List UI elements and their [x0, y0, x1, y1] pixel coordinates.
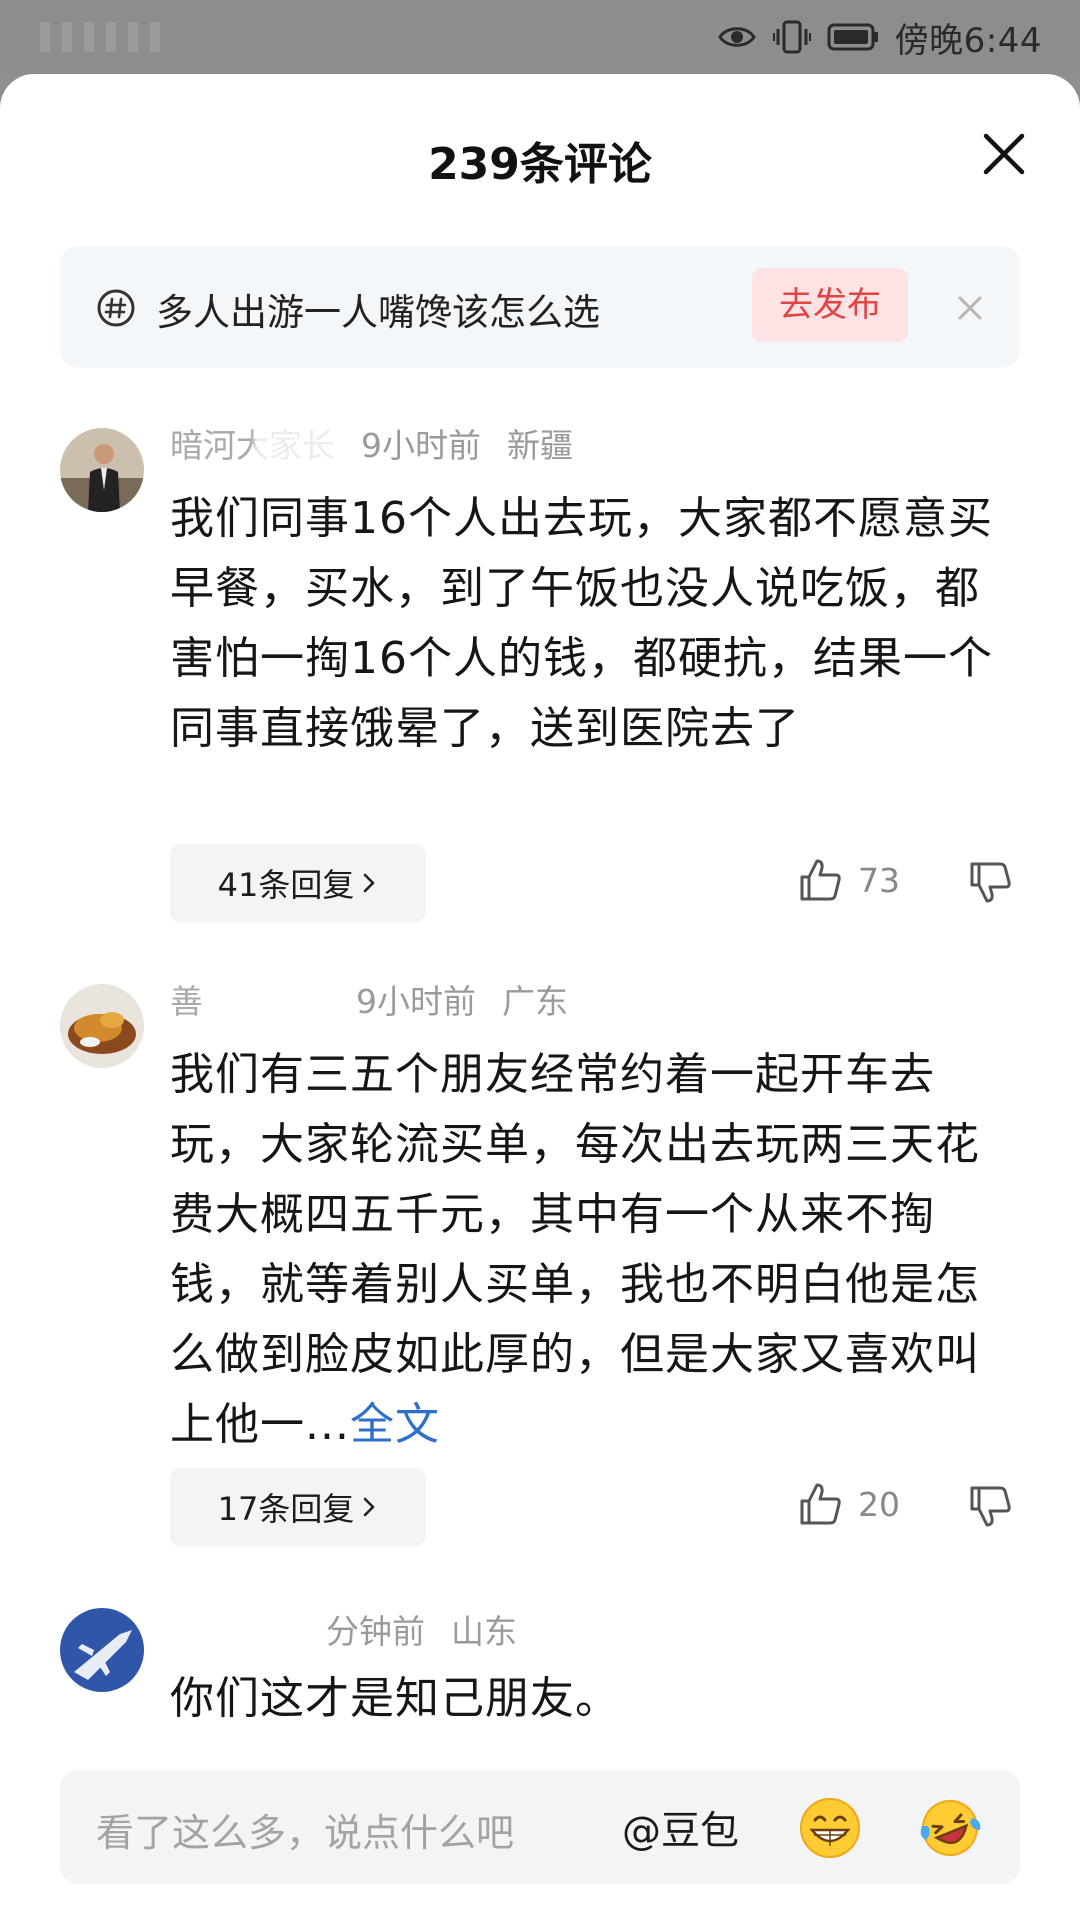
- replies-button[interactable]: 17条回复: [170, 1468, 426, 1546]
- replies-button[interactable]: 41条回复: [170, 844, 426, 922]
- laughing-tears-emoji-icon[interactable]: [918, 1796, 982, 1860]
- like-button[interactable]: 20: [796, 1480, 900, 1528]
- comment-input-bar: 看了这么多，说点什么吧 @豆包: [60, 1770, 1020, 1884]
- topic-text[interactable]: 多人出游一人嘴馋该怎么选: [156, 282, 600, 336]
- comment-time: 9小时前: [361, 426, 481, 465]
- username[interactable]: 善: [170, 969, 334, 1029]
- thumbs-up-icon: [800, 859, 841, 901]
- replies-count: 41条回复: [217, 866, 355, 904]
- comment-meta: 暗河大家长 9小时前 新疆: [170, 413, 573, 473]
- full-text-link[interactable]: 全文: [350, 1399, 440, 1450]
- eye-icon: [717, 22, 757, 52]
- thumbs-down-icon[interactable]: [966, 1482, 1014, 1530]
- comment-time: 分钟前: [326, 1612, 425, 1651]
- comment-meta: 分钟前 山东: [170, 1605, 517, 1653]
- comment-text-content: 我们有三五个朋友经常约着一起开车去玩，大家轮流买单，每次出去玩两三天花费大概四五…: [170, 1049, 980, 1450]
- avatar[interactable]: [60, 428, 144, 512]
- comment-time: 9小时前: [356, 982, 476, 1021]
- status-notification-area: [40, 22, 240, 56]
- mention-button[interactable]: @豆包: [622, 1800, 739, 1856]
- comment-location: 新疆: [507, 426, 573, 465]
- comment-text[interactable]: 我们同事16个人出去玩，大家都不愿意买早餐，买水，到了午饭也没人说吃饭，都害怕一…: [170, 484, 1010, 764]
- avatar[interactable]: [60, 1608, 144, 1692]
- status-indicators: 傍晚6:44: [717, 16, 1042, 61]
- avatar[interactable]: [60, 984, 144, 1068]
- replies-count: 17条回复: [217, 1490, 355, 1528]
- thumbs-up-icon: [800, 1483, 841, 1525]
- close-button[interactable]: [980, 130, 1028, 178]
- status-time: 傍晚6:44: [894, 20, 1042, 61]
- banner-close-icon[interactable]: [952, 290, 988, 326]
- grin-emoji-icon[interactable]: [798, 1796, 862, 1860]
- comments-sheet: 239条评论 多人出游一人嘴馋该怎么选 去发布 暗河大家长 9小时前 新疆 我们…: [0, 74, 1080, 1920]
- comment-location: 山东: [451, 1612, 517, 1651]
- username[interactable]: [170, 1605, 300, 1653]
- comment-text[interactable]: 你们这才是知己朋友。: [170, 1664, 1010, 1734]
- vibrate-icon: [772, 20, 811, 54]
- comment-location: 广东: [502, 982, 568, 1021]
- hashtag-icon: [97, 289, 135, 327]
- like-count: 20: [858, 1484, 900, 1524]
- close-icon: [983, 133, 1025, 175]
- comment-meta: 善 9小时前 广东: [170, 969, 568, 1029]
- chevron-right-icon: [364, 873, 375, 893]
- thumbs-down-icon[interactable]: [966, 858, 1014, 906]
- status-bar: 傍晚6:44: [0, 0, 1080, 74]
- topic-banner[interactable]: 多人出游一人嘴馋该怎么选 去发布: [60, 246, 1020, 368]
- chevron-right-icon: [364, 1497, 375, 1517]
- battery-icon: [827, 22, 879, 52]
- comment-text[interactable]: 我们有三五个朋友经常约着一起开车去玩，大家轮流买单，每次出去玩两三天花费大概四五…: [170, 1040, 1010, 1460]
- username[interactable]: 暗河大家长: [170, 413, 345, 473]
- publish-button[interactable]: 去发布: [752, 268, 908, 342]
- like-button[interactable]: 73: [796, 856, 900, 904]
- like-count: 73: [858, 860, 900, 900]
- comment-input[interactable]: 看了这么多，说点什么吧: [96, 1802, 514, 1857]
- sheet-header: 239条评论: [0, 74, 1080, 230]
- comments-title: 239条评论: [428, 139, 652, 190]
